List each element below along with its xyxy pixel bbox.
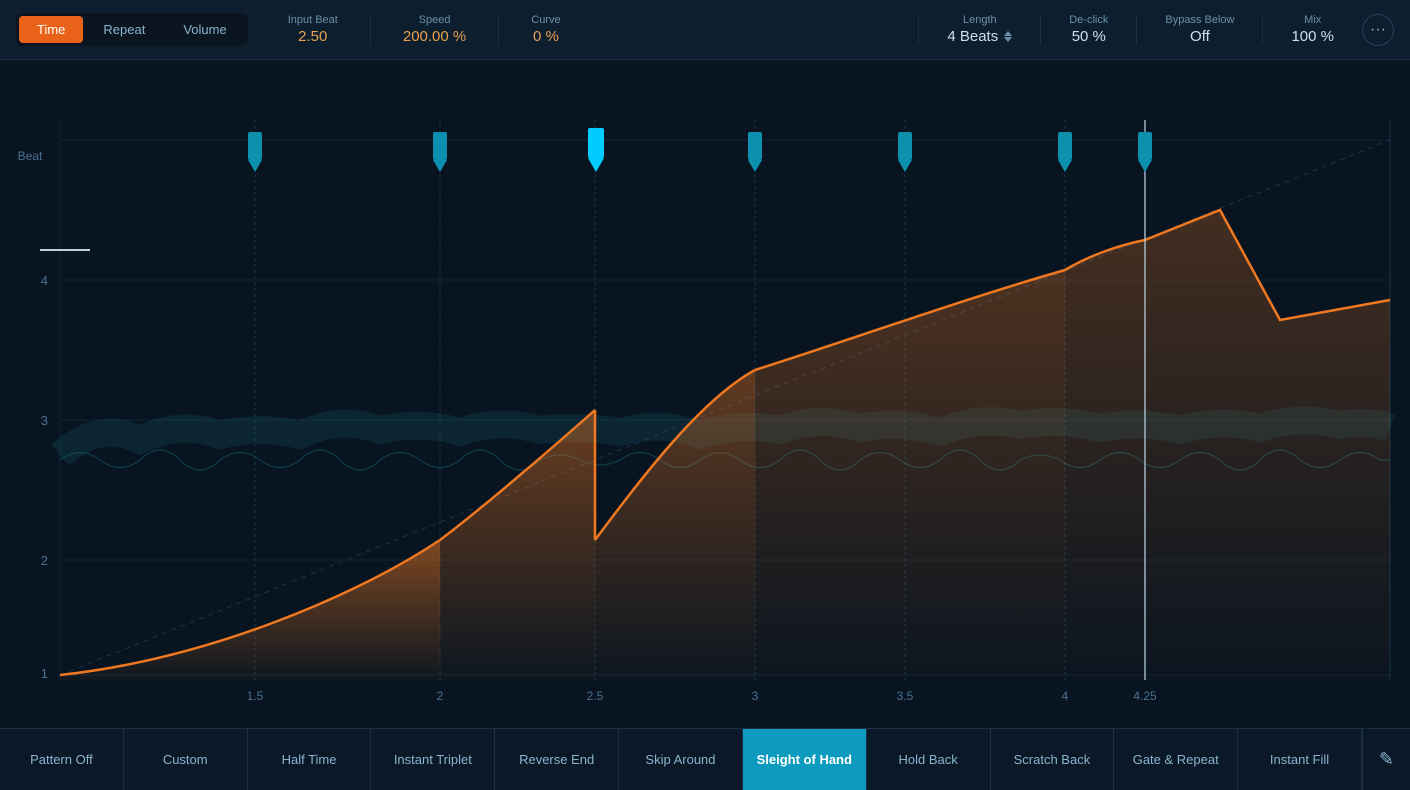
preset-hold-back[interactable]: Hold Back (867, 729, 991, 790)
preset-gate-repeat[interactable]: Gate & Repeat (1114, 729, 1238, 790)
length-down-arrow[interactable] (1004, 37, 1012, 42)
length-value: 4 Beats (947, 28, 998, 45)
header-params: Input Beat 2.50 Speed 200.00 % Curve 0 %… (288, 14, 1394, 46)
svg-text:4: 4 (41, 273, 48, 288)
input-beat-label: Input Beat (288, 14, 338, 26)
divider-1 (370, 15, 371, 45)
preset-instant-fill[interactable]: Instant Fill (1238, 729, 1362, 790)
svg-text:4: 4 (1062, 689, 1069, 703)
svg-text:1: 1 (41, 666, 48, 681)
preset-instant-triplet[interactable]: Instant Triplet (371, 729, 495, 790)
preset-custom[interactable]: Custom (124, 729, 248, 790)
svg-text:3: 3 (41, 413, 48, 428)
param-mix: Mix 100 % (1291, 14, 1334, 45)
bypass-label: Bypass Below (1165, 14, 1234, 26)
main-canvas: 4 3 2 1 Beat 1.5 2 2.5 3 3.5 4 4.25 (0, 60, 1410, 728)
tab-repeat[interactable]: Repeat (85, 16, 163, 43)
input-beat-value: 2.50 (298, 28, 327, 45)
preset-reverse-end[interactable]: Reverse End (495, 729, 619, 790)
speed-label: Speed (419, 14, 451, 26)
param-speed: Speed 200.00 % (403, 14, 466, 45)
mix-value: 100 % (1291, 28, 1334, 45)
curve-value: 0 % (533, 28, 559, 45)
svg-text:2: 2 (41, 553, 48, 568)
divider-2 (498, 15, 499, 45)
length-up-arrow[interactable] (1004, 31, 1012, 36)
preset-pattern-off[interactable]: Pattern Off (0, 729, 124, 790)
declick-value: 50 % (1072, 28, 1106, 45)
tab-group: Time Repeat Volume (16, 13, 248, 46)
divider-3 (918, 15, 919, 45)
header: Time Repeat Volume Input Beat 2.50 Speed… (0, 0, 1410, 60)
curve-label: Curve (531, 14, 560, 26)
param-length: Length 4 Beats (947, 14, 1012, 45)
svg-text:2.5: 2.5 (587, 689, 604, 703)
preset-sleight-of-hand[interactable]: Sleight of Hand (743, 729, 867, 790)
divider-6 (1262, 15, 1263, 45)
svg-text:Beat: Beat (18, 149, 43, 163)
svg-text:2: 2 (437, 689, 444, 703)
svg-text:1.5: 1.5 (247, 689, 264, 703)
divider-5 (1136, 15, 1137, 45)
preset-half-time[interactable]: Half Time (248, 729, 372, 790)
canvas-area[interactable]: 4 3 2 1 Beat 1.5 2 2.5 3 3.5 4 4.25 (0, 60, 1410, 728)
param-input-beat: Input Beat 2.50 (288, 14, 338, 45)
more-options-button[interactable]: ··· (1362, 14, 1394, 46)
tab-time[interactable]: Time (19, 16, 83, 43)
bypass-value: Off (1190, 28, 1210, 45)
preset-skip-around[interactable]: Skip Around (619, 729, 743, 790)
svg-text:3: 3 (752, 689, 759, 703)
declick-label: De-click (1069, 14, 1108, 26)
edit-button[interactable]: ✎ (1362, 729, 1410, 790)
param-declick: De-click 50 % (1069, 14, 1108, 45)
mix-label: Mix (1304, 14, 1321, 26)
tab-volume[interactable]: Volume (165, 16, 244, 43)
param-curve: Curve 0 % (531, 14, 560, 45)
bottom-bar: Pattern Off Custom Half Time Instant Tri… (0, 728, 1410, 790)
length-stepper[interactable] (1004, 31, 1012, 42)
preset-scratch-back[interactable]: Scratch Back (991, 729, 1115, 790)
length-label: Length (963, 14, 997, 26)
svg-text:3.5: 3.5 (897, 689, 914, 703)
divider-4 (1040, 15, 1041, 45)
speed-value: 200.00 % (403, 28, 466, 45)
edit-icon: ✎ (1379, 749, 1394, 770)
svg-text:4.25: 4.25 (1133, 689, 1157, 703)
param-bypass: Bypass Below Off (1165, 14, 1234, 45)
